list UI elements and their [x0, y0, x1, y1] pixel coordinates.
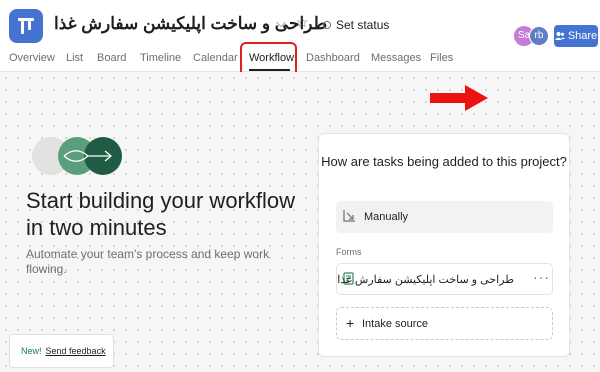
- workflow-circles-icon: [32, 137, 124, 175]
- arrow-into-tray-icon: [343, 210, 355, 222]
- tab-messages[interactable]: Messages: [371, 52, 421, 64]
- tab-files[interactable]: Files: [430, 52, 453, 64]
- status-circle-icon[interactable]: [323, 21, 331, 29]
- tab-calendar[interactable]: Calendar: [193, 52, 238, 64]
- tab-timeline[interactable]: Timeline: [140, 52, 181, 64]
- tab-list[interactable]: List: [66, 52, 83, 64]
- intake-source-button[interactable]: + Intake source: [336, 307, 553, 340]
- chevron-down-icon[interactable]: ⌵: [276, 15, 286, 31]
- feedback-box: New! Send feedback: [9, 334, 114, 368]
- share-label: Share: [567, 30, 598, 42]
- tab-dashboard[interactable]: Dashboard: [306, 52, 360, 64]
- send-feedback-link[interactable]: Send feedback: [46, 346, 106, 356]
- intake-source-label: Intake source: [362, 318, 429, 330]
- more-options-icon[interactable]: ···: [533, 269, 550, 285]
- form-name: طراحی و ساخت اپلیکیشن سفارش غذا: [337, 274, 514, 286]
- share-button[interactable]: Share: [554, 25, 598, 47]
- star-icon[interactable]: ☆: [296, 14, 309, 31]
- tab-overview[interactable]: Overview: [9, 52, 55, 64]
- form-item[interactable]: طراحی و ساخت اپلیکیشن سفارش غذا ···: [336, 263, 553, 295]
- new-badge: New!: [21, 346, 42, 356]
- manually-label: Manually: [364, 211, 409, 223]
- tab-board[interactable]: Board: [97, 52, 126, 64]
- task-source-card: How are tasks being added to this projec…: [318, 133, 570, 357]
- plus-icon: +: [346, 315, 355, 331]
- project-logo-icon[interactable]: [9, 9, 43, 43]
- project-title[interactable]: طراحی و ساخت اپلیکیشن سفارش غذا: [54, 14, 327, 34]
- project-header: طراحی و ساخت اپلیکیشن سفارش غذا ⌵ ☆ Set …: [0, 0, 600, 72]
- red-arrow-icon: [430, 85, 488, 111]
- set-status-button[interactable]: Set status: [336, 18, 389, 32]
- people-icon: [554, 32, 565, 40]
- card-title: How are tasks being added to this projec…: [321, 154, 567, 169]
- hero-subtitle: Automate your team's process and keep wo…: [26, 247, 270, 276]
- avatar[interactable]: rb: [529, 26, 549, 46]
- project-tabs: Overview List Board Timeline Calendar Wo…: [0, 50, 600, 72]
- forms-section-label: Forms: [336, 247, 362, 257]
- hero-title: Start building your workflow in two minu…: [26, 188, 296, 240]
- manually-option[interactable]: Manually: [336, 201, 553, 233]
